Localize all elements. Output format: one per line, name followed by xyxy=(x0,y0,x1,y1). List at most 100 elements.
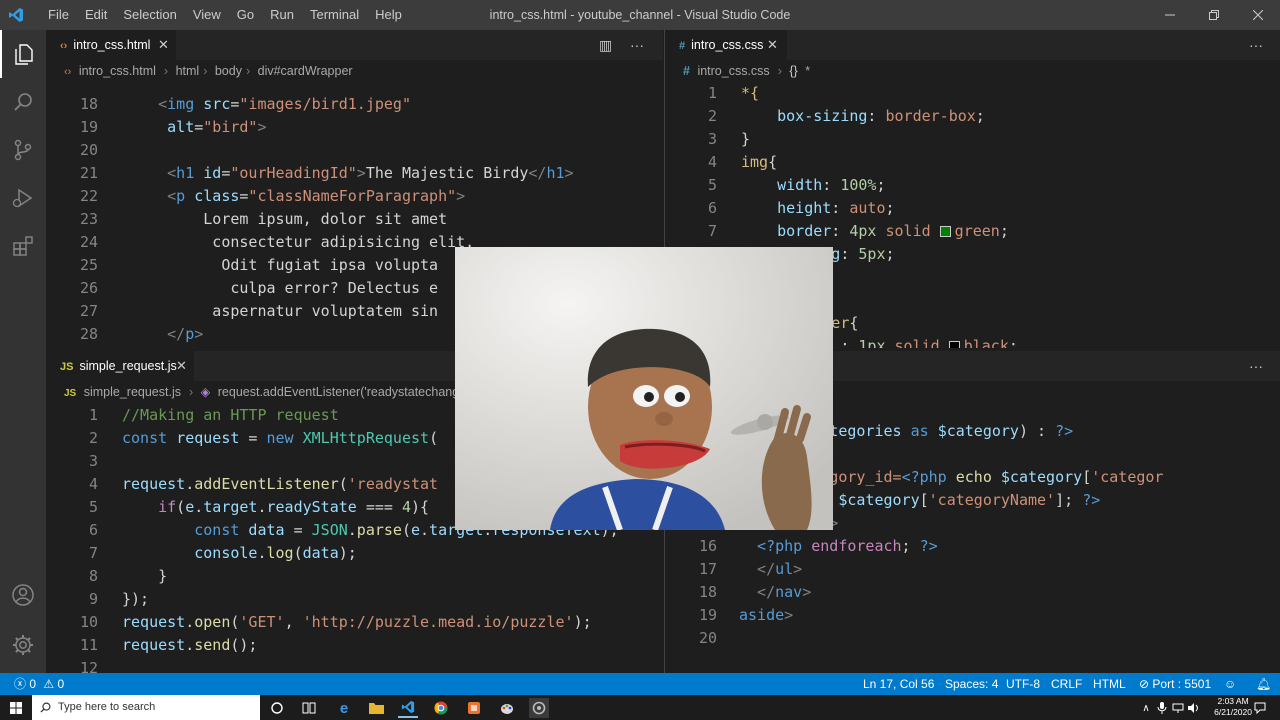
more-actions-icon[interactable]: ··· xyxy=(630,30,644,60)
line-number: 21 xyxy=(79,164,98,182)
code-line[interactable]: 20 xyxy=(46,139,663,162)
indentation-status[interactable]: Spaces: 4 xyxy=(945,673,998,695)
problems-status[interactable]: ⓧ 0 ⚠ 0 xyxy=(14,673,64,695)
code-line[interactable]: 10 request.open('GET', 'http://puzzle.mea… xyxy=(46,611,663,634)
explorer-button[interactable] xyxy=(0,30,46,78)
code-line[interactable]: 5 width: 100%; xyxy=(665,174,1280,197)
search-button[interactable] xyxy=(0,78,46,126)
chrome-taskbar-button[interactable] xyxy=(431,698,451,718)
more-actions-icon[interactable]: ··· xyxy=(1249,30,1263,60)
notification-icon xyxy=(1254,702,1266,714)
code-text: width: 100%; xyxy=(777,176,886,194)
breadcrumb-selector[interactable]: {} * xyxy=(789,64,814,78)
color-swatch[interactable] xyxy=(939,226,951,237)
close-tab-icon[interactable]: ✕ xyxy=(158,30,169,60)
breadcrumb: # intro_css.css › {} * xyxy=(665,60,1280,82)
code-line[interactable]: 7 console.log(data); xyxy=(46,542,663,565)
vscode-taskbar-button[interactable] xyxy=(398,698,418,718)
code-line[interactable]: 19 alt="bird"> xyxy=(46,116,663,139)
code-line[interactable]: 23 Lorem ipsum, dolor sit amet xyxy=(46,208,663,231)
code-text: alt="bird"> xyxy=(167,118,267,136)
code-line[interactable]: 6 height: auto; xyxy=(665,197,1280,220)
menu-run[interactable]: Run xyxy=(262,0,302,30)
encoding-status[interactable]: UTF-8 xyxy=(1006,673,1040,695)
close-tab-icon[interactable]: ✕ xyxy=(176,351,187,381)
code-line[interactable]: 20 xyxy=(665,627,1280,650)
volume-tray-icon[interactable] xyxy=(1184,698,1204,718)
breadcrumb-file[interactable]: # intro_css.css xyxy=(683,64,774,78)
code-line[interactable]: 4 img{ xyxy=(665,151,1280,174)
code-line[interactable]: 22 <p class="classNameForParagraph"> xyxy=(46,185,663,208)
language-mode[interactable]: HTML xyxy=(1093,673,1126,695)
code-text: request.send(); xyxy=(122,636,258,654)
line-number: 6 xyxy=(707,199,717,217)
system-clock[interactable]: 2:03 AM 6/21/2020 xyxy=(1214,696,1252,718)
breadcrumb-html[interactable]: html xyxy=(176,64,200,78)
manage-button[interactable] xyxy=(0,621,46,669)
live-server-status[interactable]: ⊘ Port : 5501 xyxy=(1139,673,1211,695)
app-taskbar-button[interactable] xyxy=(464,698,484,718)
breadcrumb-file[interactable]: ‹› intro_css.html xyxy=(64,64,160,78)
code-line[interactable]: 2 box-sizing: border-box; xyxy=(665,105,1280,128)
menu-selection[interactable]: Selection xyxy=(115,0,184,30)
code-line[interactable]: 3} xyxy=(665,128,1280,151)
code-line[interactable]: 18 <img src="images/bird1.jpeg" xyxy=(46,93,663,116)
menu-view[interactable]: View xyxy=(185,0,229,30)
extensions-button[interactable] xyxy=(0,222,46,270)
minimize-button[interactable] xyxy=(1148,0,1192,30)
files-icon xyxy=(15,44,33,65)
code-line[interactable]: 16 <?php endforeach; ?> xyxy=(665,535,1280,558)
cortana-button[interactable] xyxy=(267,698,287,718)
action-center-button[interactable] xyxy=(1250,698,1270,718)
code-line[interactable]: 17 </ul> xyxy=(665,558,1280,581)
close-tab-icon[interactable]: ✕ xyxy=(767,30,778,60)
code-line[interactable]: 21 <h1 id="ourHeadingId">The Majestic Bir… xyxy=(46,162,663,185)
breadcrumb-body[interactable]: body xyxy=(215,64,242,78)
notifications-bell-icon[interactable]: 🔔︎ xyxy=(1256,673,1271,695)
code-text: //Making an HTTP request xyxy=(122,406,339,424)
code-line[interactable]: 18 </nav> xyxy=(665,581,1280,604)
windows-start-button[interactable] xyxy=(6,698,26,718)
more-actions-icon[interactable]: ··· xyxy=(1249,351,1263,381)
menu-edit[interactable]: Edit xyxy=(77,0,115,30)
paint-taskbar-button[interactable] xyxy=(497,698,517,718)
edge-taskbar-button[interactable]: e xyxy=(334,698,354,718)
tab-intro-css-html[interactable]: ‹› intro_css.html ✕ xyxy=(46,30,176,60)
warning-icon: ⚠ xyxy=(43,677,55,691)
menu-go[interactable]: Go xyxy=(229,0,262,30)
run-debug-button[interactable] xyxy=(0,174,46,222)
tab-simple-request-js[interactable]: JS simple_request.js ✕ xyxy=(46,351,194,381)
code-line[interactable]: 9}); xyxy=(46,588,663,611)
menu-file[interactable]: File xyxy=(40,0,77,30)
settings-gear-icon xyxy=(13,635,33,655)
orange-app-icon xyxy=(468,702,480,714)
code-line[interactable]: 11 request.send(); xyxy=(46,634,663,657)
eol-status[interactable]: CRLF xyxy=(1051,673,1082,695)
color-swatch[interactable] xyxy=(948,341,960,348)
breadcrumb-file[interactable]: JS simple_request.js xyxy=(64,385,185,399)
split-editor-icon[interactable]: ▥ xyxy=(599,30,612,60)
tab-intro-css-css[interactable]: # intro_css.css ✕ xyxy=(665,30,787,60)
menu-terminal[interactable]: Terminal xyxy=(302,0,367,30)
code-line[interactable]: 19 aside> xyxy=(665,604,1280,627)
close-window-button[interactable] xyxy=(1236,0,1280,30)
code-text: consectetur adipisicing elit. xyxy=(212,233,475,251)
file-explorer-taskbar-button[interactable] xyxy=(366,698,386,718)
search-placeholder: Type here to search xyxy=(58,701,156,713)
accounts-button[interactable] xyxy=(0,571,46,619)
task-view-button[interactable] xyxy=(299,698,319,718)
breadcrumb-div[interactable]: div#cardWrapper xyxy=(258,64,353,78)
breadcrumb-symbol[interactable]: ◈ request.addEventListener('readystatech… xyxy=(201,385,471,399)
code-line[interactable]: 7 border: 4px solid green; xyxy=(665,220,1280,243)
menu-help[interactable]: Help xyxy=(367,0,410,30)
taskbar-search-box[interactable]: Type here to search xyxy=(32,695,260,720)
recorder-taskbar-button[interactable] xyxy=(529,698,549,718)
line-number: 18 xyxy=(79,95,98,113)
feedback-icon[interactable]: ☺ xyxy=(1224,673,1236,695)
code-line[interactable]: 12 xyxy=(46,657,663,673)
source-control-button[interactable] xyxy=(0,126,46,174)
cursor-position[interactable]: Ln 17, Col 56 xyxy=(863,673,934,695)
restore-button[interactable] xyxy=(1192,0,1236,30)
code-line[interactable]: 8} xyxy=(46,565,663,588)
code-line[interactable]: 1 *{ xyxy=(665,82,1280,105)
